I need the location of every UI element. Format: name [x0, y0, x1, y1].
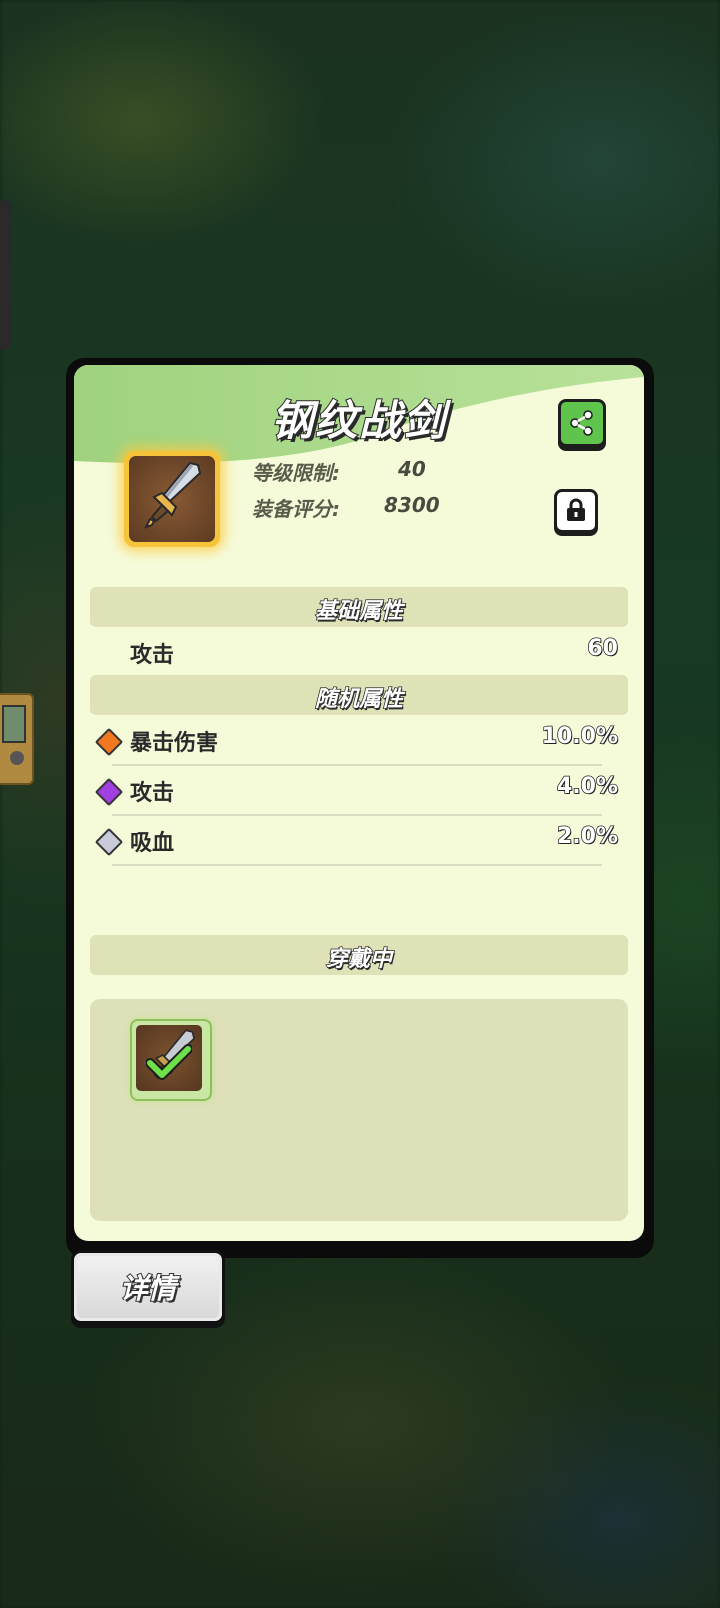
row-divider	[112, 814, 602, 816]
equipped-item-slot[interactable]	[130, 1019, 212, 1101]
lock-button[interactable]	[554, 489, 598, 533]
random-stat-value: 4.0%	[556, 773, 619, 800]
base-stat-name: 攻击	[130, 643, 175, 668]
item-icon-frame	[124, 451, 220, 547]
random-stat-value: 2.0%	[556, 823, 619, 850]
random-stat-name: 暴击伤害	[130, 731, 219, 756]
equipped-title: 穿戴中	[325, 946, 393, 973]
purple-gem-icon	[94, 777, 124, 807]
score-value: 8300	[384, 493, 440, 517]
random-stat-name: 吸血	[130, 831, 175, 856]
checkmark-icon	[146, 1044, 192, 1080]
base-attributes-header: 基础属性	[90, 587, 628, 627]
silver-gem-icon	[94, 827, 124, 857]
share-button[interactable]	[558, 399, 606, 447]
details-button[interactable]: 详情	[71, 1250, 225, 1324]
score-label: 装备评分:	[252, 497, 340, 521]
level-value: 40	[398, 457, 426, 481]
item-detail-panel: 钢纹战剑 等级限制: 40 装备评分: 8300 基础属性 攻击 60 随机属性…	[74, 365, 644, 1241]
random-attributes-header: 随机属性	[90, 675, 628, 715]
level-label: 等级限制:	[252, 461, 340, 485]
base-stat-value: 60	[587, 635, 619, 662]
random-stat-name: 攻击	[130, 781, 175, 806]
sword-icon	[144, 461, 202, 529]
lock-icon	[567, 498, 585, 521]
side-drawer-tab[interactable]	[0, 200, 12, 350]
random-attributes-title: 随机属性	[314, 686, 404, 713]
share-icon	[570, 410, 593, 436]
side-device-icon[interactable]	[0, 693, 34, 785]
row-divider	[112, 764, 602, 766]
equipped-items-area	[90, 999, 628, 1221]
details-button-label: 详情	[119, 1271, 177, 1306]
orange-gem-icon	[94, 727, 124, 757]
random-stat-value: 10.0%	[541, 723, 619, 750]
equipped-header: 穿戴中	[90, 935, 628, 975]
base-attributes-title: 基础属性	[314, 598, 404, 625]
row-divider	[112, 864, 602, 866]
